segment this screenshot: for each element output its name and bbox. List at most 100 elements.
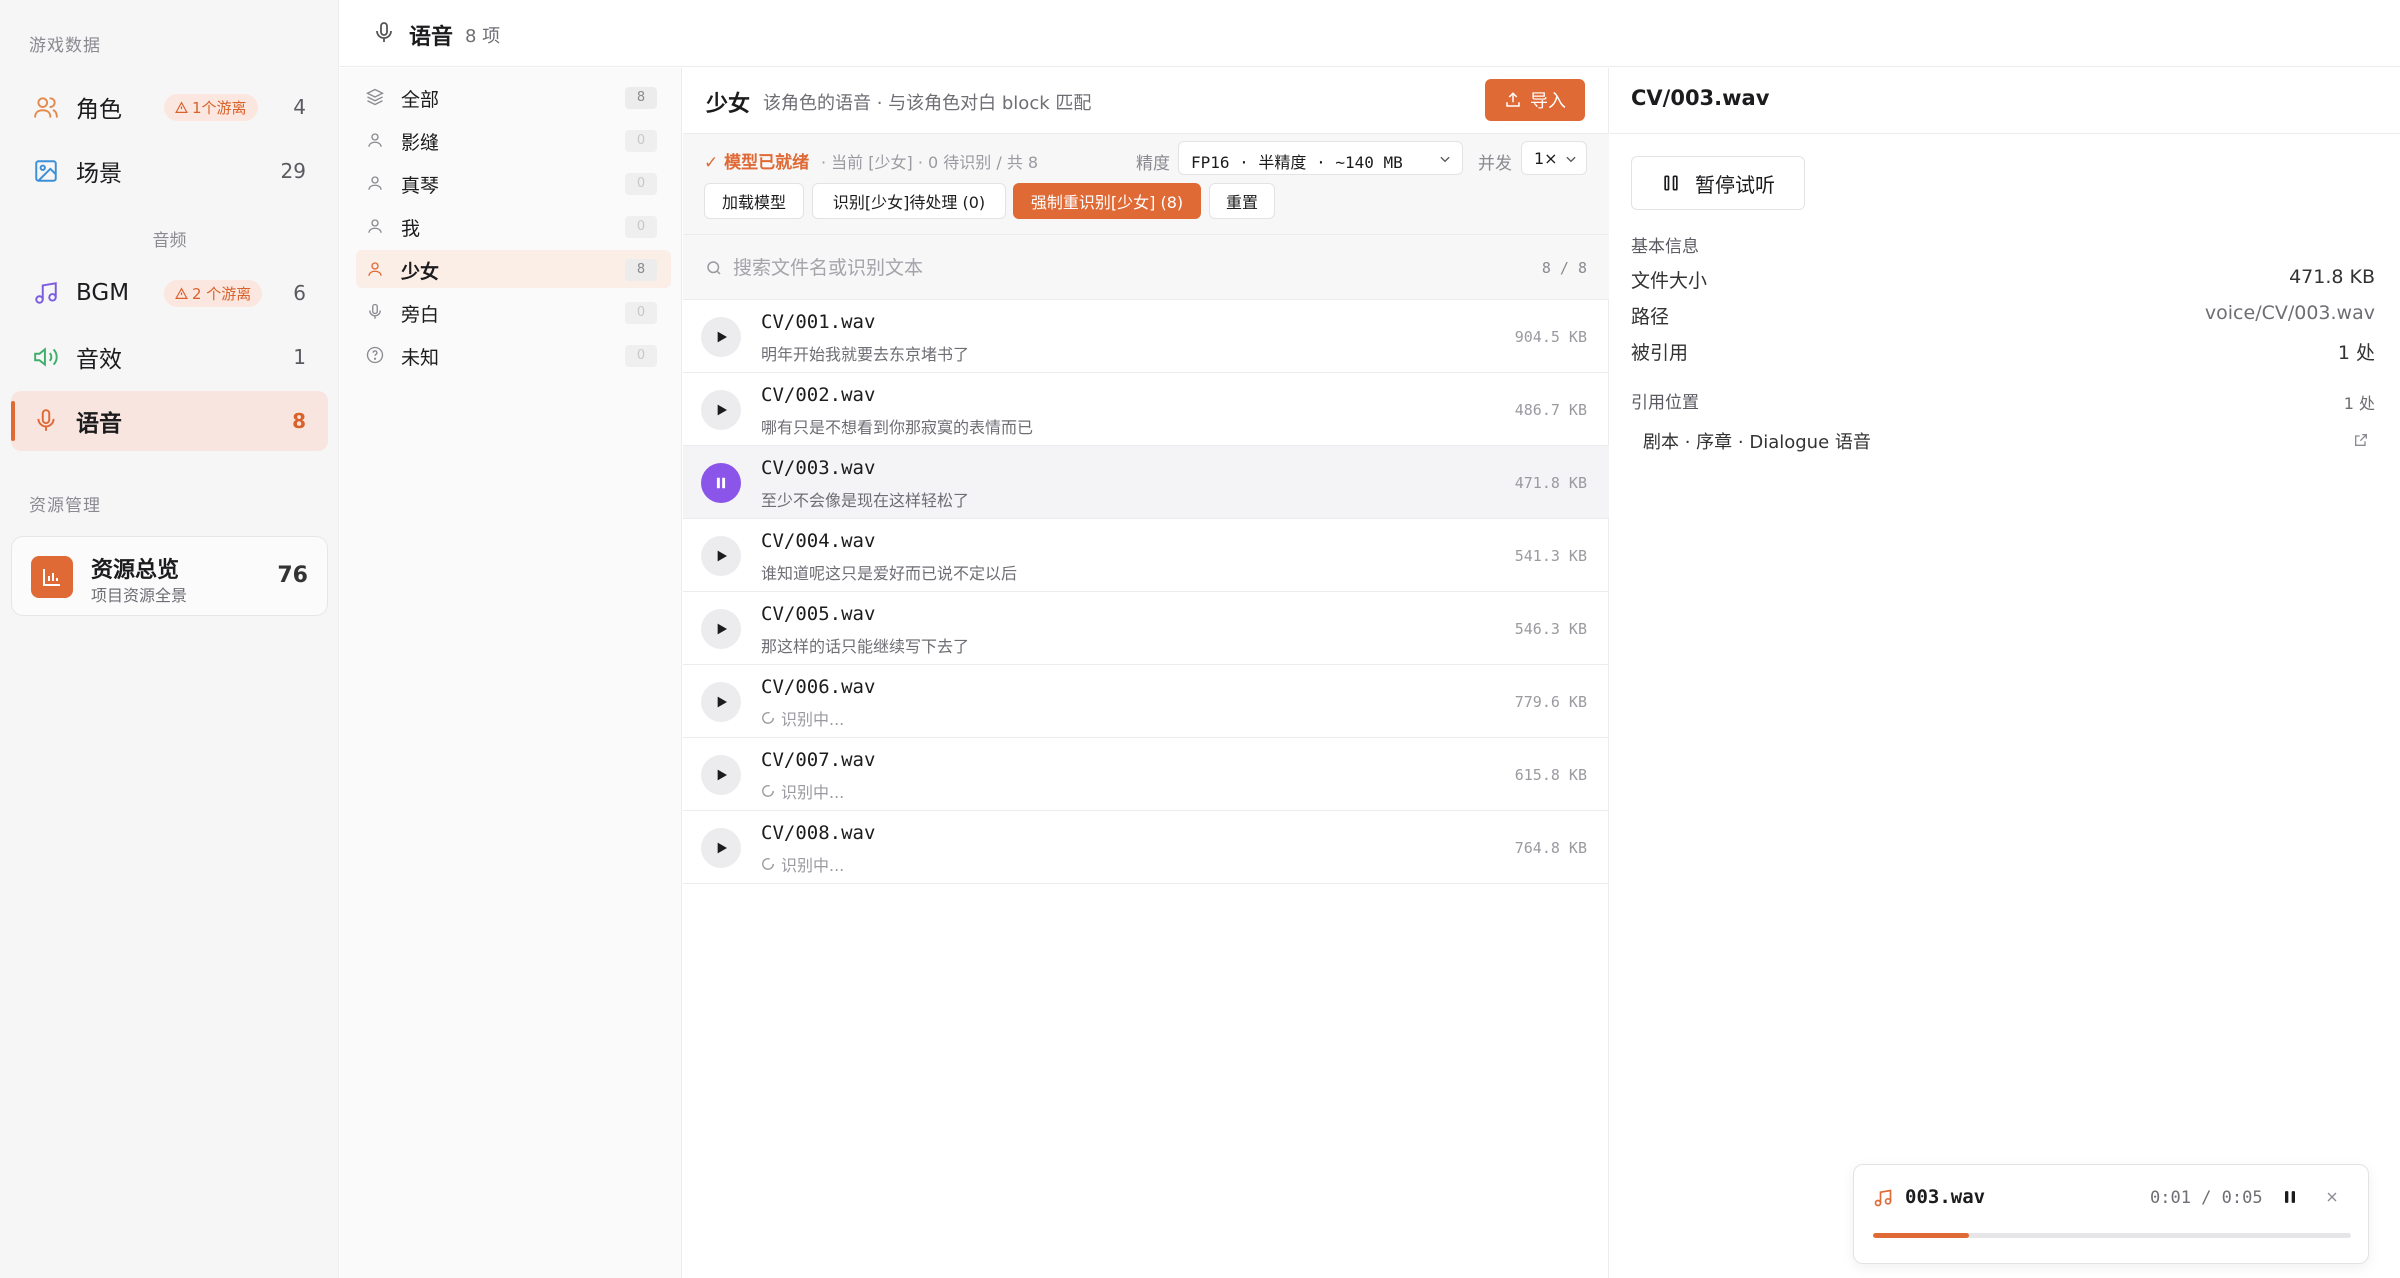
character-item-unknown[interactable]: 未知 0 xyxy=(356,336,671,374)
sidebar-item-scenes[interactable]: 场景 29 xyxy=(11,141,328,201)
mic-icon xyxy=(376,22,392,42)
pause-preview-button[interactable]: 暂停试听 xyxy=(1631,156,1805,210)
chevron-down-icon xyxy=(1440,156,1450,163)
model-status: ✓ 模型已就绪 xyxy=(704,153,810,173)
list-header: 少女 该角色的语音 · 与该角色对白 block 匹配 导入 xyxy=(683,68,1609,133)
reset-button[interactable]: 重置 xyxy=(1209,183,1275,219)
import-button[interactable]: 导入 xyxy=(1485,79,1585,121)
play-icon xyxy=(717,769,727,781)
file-row[interactable]: CV/002.wav 哪有只是不想看到你那寂寞的表情而已 486.7 KB xyxy=(683,373,1609,446)
search-input[interactable] xyxy=(733,251,1433,285)
concurrency-select[interactable]: 1× xyxy=(1521,141,1587,175)
bar-chart-icon xyxy=(31,556,73,598)
sidebar-item-label: 音效 xyxy=(76,347,122,373)
play-button[interactable] xyxy=(701,828,741,868)
sidebar-item-label: 角色 xyxy=(76,97,122,123)
play-icon xyxy=(717,842,727,854)
character-count: 0 xyxy=(625,173,657,195)
pause-button[interactable] xyxy=(701,463,741,503)
user-icon xyxy=(368,133,382,147)
close-icon[interactable] xyxy=(2324,1189,2340,1205)
speaker-icon xyxy=(34,347,58,367)
file-row[interactable]: CV/008.wav 识别中... 764.8 KB xyxy=(683,811,1609,884)
file-size: 546.3 KB xyxy=(1514,620,1587,638)
transcript-text: 那这样的话只能继续写下去了 xyxy=(761,637,970,656)
overview-title: 资源总览 xyxy=(91,558,180,583)
sidebar-item-voice[interactable]: 语音 8 xyxy=(11,391,328,451)
play-button[interactable] xyxy=(701,317,741,357)
character-label: 旁白 xyxy=(401,304,440,326)
play-button[interactable] xyxy=(701,390,741,430)
file-name: CV/008.wav xyxy=(761,822,876,844)
character-item[interactable]: 真琴 0 xyxy=(356,164,671,202)
resource-overview-card[interactable]: 资源总览 项目资源全景 76 xyxy=(11,536,328,616)
precision-select[interactable]: FP16 · 半精度 · ~140 MB xyxy=(1178,141,1463,175)
search-bar: 8 / 8 xyxy=(683,234,1609,301)
character-item-narration[interactable]: 旁白 0 xyxy=(356,293,671,331)
character-count: 8 xyxy=(625,87,657,109)
transcript-pending: 识别中... xyxy=(761,706,844,730)
overview-subtitle: 项目资源全景 xyxy=(91,586,188,605)
transcript-pending: 识别中... xyxy=(761,779,844,803)
force-recognize-button[interactable]: 强制重识别[少女] (8) xyxy=(1013,183,1201,219)
play-icon xyxy=(717,696,727,708)
character-label: 我 xyxy=(401,218,421,240)
play-button[interactable] xyxy=(701,536,741,576)
load-model-button[interactable]: 加载模型 xyxy=(704,183,804,219)
file-name: CV/004.wav xyxy=(761,530,876,552)
file-row-playing[interactable]: CV/003.wav 至少不会像是现在这样轻松了 471.8 KB xyxy=(683,446,1609,519)
chevron-down-icon xyxy=(1566,156,1576,163)
pause-icon[interactable] xyxy=(2280,1187,2300,1207)
search-result-count: 8 / 8 xyxy=(1541,259,1587,277)
user-icon xyxy=(368,262,382,276)
play-icon xyxy=(717,404,727,416)
character-item-selected[interactable]: 少女 8 xyxy=(356,250,671,288)
progress-track[interactable] xyxy=(1873,1233,2351,1238)
play-icon xyxy=(717,331,727,343)
sidebar-item-sfx[interactable]: 音效 1 xyxy=(11,327,328,387)
pause-icon xyxy=(1664,175,1678,191)
play-button[interactable] xyxy=(701,609,741,649)
mini-player: 003.wav 0:01 / 0:05 xyxy=(1853,1164,2369,1264)
external-link-icon[interactable] xyxy=(2353,432,2369,448)
precision-label: 精度 xyxy=(1136,154,1170,174)
sidebar-item-bgm[interactable]: BGM 2 个游离 6 xyxy=(11,263,328,323)
player-file-name: 003.wav xyxy=(1905,1186,1986,1208)
file-name: CV/007.wav xyxy=(761,749,876,771)
music-note-icon xyxy=(35,282,57,304)
reference-item[interactable]: 剧本 · 序章 · Dialogue 语音 xyxy=(1631,424,2375,458)
file-size-label: 文件大小 xyxy=(1631,270,1708,292)
character-filter-list: 全部 8 影缝 0 真琴 0 我 0 少女 8 旁白 0 未知 0 xyxy=(340,68,682,1278)
play-button[interactable] xyxy=(701,682,741,722)
file-row[interactable]: CV/005.wav 那这样的话只能继续写下去了 546.3 KB xyxy=(683,592,1609,665)
orphan-badge-text: 2 个游离 xyxy=(192,284,252,303)
recognition-summary: · 当前 [少女] · 0 待识别 / 共 8 xyxy=(821,153,1039,172)
character-item[interactable]: 影缝 0 xyxy=(356,121,671,159)
file-row[interactable]: CV/004.wav 谁知道呢这只是爱好而已说不定以后 541.3 KB xyxy=(683,519,1609,592)
layers-icon xyxy=(366,88,384,106)
file-row[interactable]: CV/006.wav 识别中... 779.6 KB xyxy=(683,665,1609,738)
character-count: 0 xyxy=(625,216,657,238)
loading-icon xyxy=(762,785,774,797)
music-note-icon xyxy=(1874,1189,1892,1207)
upload-icon xyxy=(1506,92,1520,107)
warning-icon xyxy=(175,100,188,113)
ref-locations-title: 引用位置 xyxy=(1631,393,1699,413)
pending-text: 识别中... xyxy=(781,710,845,729)
file-size: 779.6 KB xyxy=(1514,693,1587,711)
mic-icon xyxy=(37,409,55,431)
concurrency-label: 并发 xyxy=(1478,154,1512,174)
character-item[interactable]: 我 0 xyxy=(356,207,671,245)
file-row[interactable]: CV/007.wav 识别中... 615.8 KB xyxy=(683,738,1609,811)
sidebar-item-count: 1 xyxy=(293,345,306,369)
recognize-pending-button[interactable]: 识别[少女]待处理 (0) xyxy=(812,183,1006,219)
recognition-controls: ✓ 模型已就绪 · 当前 [少女] · 0 待识别 / 共 8 精度 FP16 … xyxy=(683,133,1609,300)
divider xyxy=(1610,133,2400,134)
refs-row: 被引用 1 处 xyxy=(1631,338,2375,368)
character-item-all[interactable]: 全部 8 xyxy=(356,78,671,116)
play-icon xyxy=(717,623,727,635)
file-row[interactable]: CV/001.wav 明年开始我就要去东京堵书了 904.5 KB xyxy=(683,300,1609,373)
character-description: 该角色的语音 · 与该角色对白 block 匹配 xyxy=(763,93,1092,114)
play-button[interactable] xyxy=(701,755,741,795)
sidebar-item-characters[interactable]: 角色 1个游离 4 xyxy=(11,77,328,137)
